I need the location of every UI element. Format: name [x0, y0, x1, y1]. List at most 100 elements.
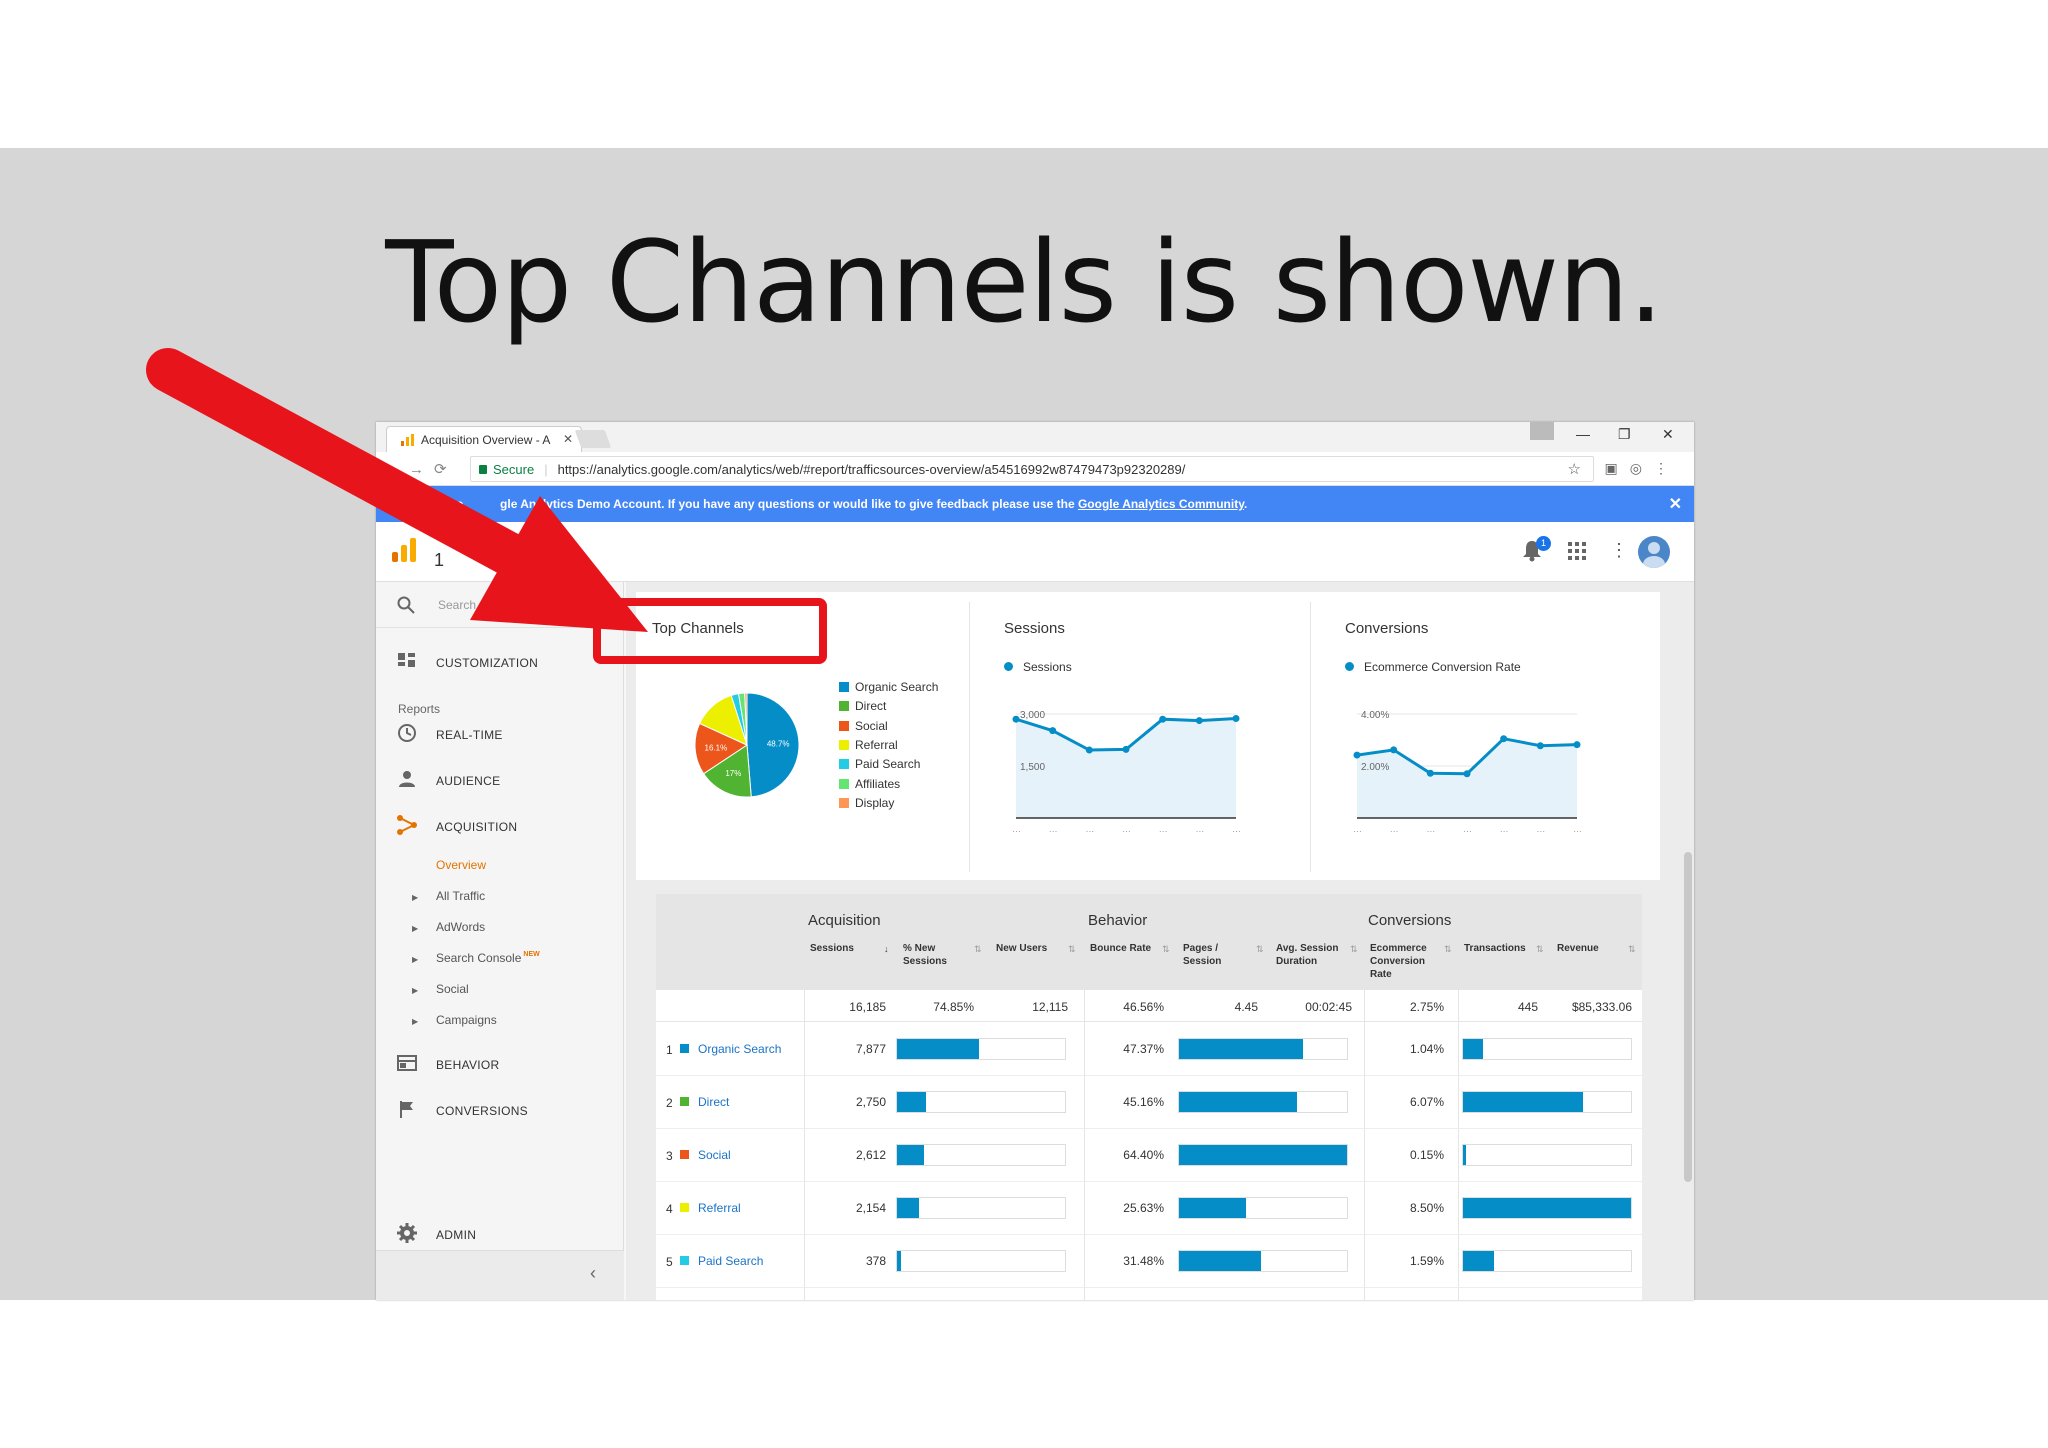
channel-link[interactable]: Social [698, 1148, 731, 1162]
expand-icon[interactable]: ▶ [412, 1017, 418, 1026]
sidebar-item-social[interactable]: Social [436, 982, 469, 996]
channels-table: Acquisition Behavior Conversions Session… [656, 894, 1642, 1300]
sessions-bar [896, 1250, 1066, 1272]
sessions-line-chart[interactable]: 3,0001,500………………… [1000, 688, 1270, 838]
minimize-icon[interactable]: — [1576, 426, 1590, 442]
top-channels-pie-chart[interactable]: 48.7% 17% 16.1% [691, 689, 803, 801]
new-badge: NEW [523, 951, 540, 958]
search-bar[interactable]: Search reports and he [376, 582, 624, 628]
window-close-icon[interactable]: ✕ [1662, 426, 1674, 443]
sidebar-item-admin[interactable]: ADMIN [436, 1228, 476, 1242]
community-link[interactable]: Google Analytics Community [1078, 497, 1244, 511]
legend-item-display: Display [839, 796, 894, 810]
table-row[interactable]: 2 Direct 2,750 45.16% 6.07% [656, 1076, 1642, 1129]
sidebar: Search reports and he CUSTOMIZATION Repo… [376, 582, 624, 1300]
conversions-series-legend: Ecommerce Conversion Rate [1345, 660, 1521, 674]
google-analytics-logo-icon[interactable] [392, 538, 416, 562]
x-tick-label: … [1232, 824, 1241, 834]
sort-icon[interactable]: ⇅ [974, 944, 982, 955]
nav-buttons[interactable]: ←→⟳ [384, 460, 457, 478]
bookmark-star-icon[interactable]: ☆ [1568, 460, 1581, 478]
total-transactions: 445 [1517, 1000, 1538, 1014]
col-ecommerce-conversion-rate[interactable]: Ecommerce Conversion Rate [1370, 942, 1438, 981]
sidebar-item-audience[interactable]: AUDIENCE [436, 774, 500, 788]
table-row[interactable]: 3 Social 2,612 64.40% 0.15% [656, 1129, 1642, 1182]
col-pages-session[interactable]: Pages / Session [1183, 942, 1233, 968]
col-new-users[interactable]: New Users [996, 942, 1066, 955]
col-bounce-rate[interactable]: Bounce Rate [1090, 942, 1160, 955]
url-input[interactable]: Secure | https://analytics.google.com/anal… [470, 456, 1594, 482]
scrollbar[interactable] [1684, 852, 1692, 1182]
table-row[interactable]: 5 Paid Search 378 31.48% 1.59% [656, 1235, 1642, 1288]
sidebar-item-search-console[interactable]: Search Console NEW [436, 951, 540, 965]
tab-strip: Acquisition Overview - A ✕ — ❐ ✕ [376, 422, 1694, 452]
reports-header: Reports [398, 702, 441, 716]
sort-icon[interactable]: ⇅ [1068, 944, 1076, 955]
slide-title: Top Channels is shown. [385, 218, 1663, 348]
sort-icon[interactable]: ⇅ [1256, 944, 1264, 955]
conversion-rate-line-chart[interactable]: 4.00%2.00%………………… [1341, 688, 1611, 838]
collapse-sidebar-icon[interactable]: ‹ [590, 1263, 596, 1284]
row-bounce-rate: 47.37% [1123, 1042, 1164, 1056]
gear-icon [397, 1223, 417, 1243]
sidebar-item-all-traffic[interactable]: All Traffic [436, 889, 485, 903]
address-bar: ←→⟳ Secure | https://analytics.google.com/… [376, 452, 1694, 486]
row-conversion-rate: 6.07% [1409, 1095, 1444, 1109]
sidebar-item-campaigns[interactable]: Campaigns [436, 1013, 497, 1027]
table-row[interactable]: 1 Organic Search 7,877 47.37% 1.04% [656, 1023, 1642, 1076]
channel-link[interactable]: Direct [698, 1095, 729, 1109]
account-selector[interactable]: 1 [434, 550, 444, 571]
apps-grid-icon[interactable] [1568, 542, 1586, 560]
secure-label: Secure [493, 462, 535, 477]
col-new-sessions[interactable]: % New Sessions [903, 942, 963, 968]
sessions-bar-fill [897, 1145, 925, 1165]
expand-icon[interactable]: ▶ [412, 955, 418, 964]
new-tab-button[interactable] [574, 430, 612, 448]
sidebar-item-realtime[interactable]: REAL-TIME [436, 728, 503, 742]
sessions-bar [896, 1038, 1066, 1060]
main-content: Top Channels 48.7% 17% 16.1% Organic Searc… [626, 582, 1694, 1300]
bounce-rate-bar-fill [1179, 1039, 1303, 1059]
group-conversions: Conversions [1368, 912, 1452, 929]
sidebar-item-acquisition[interactable]: ACQUISITION [436, 820, 517, 834]
sort-icon[interactable]: ⇅ [1162, 944, 1170, 955]
sort-icon[interactable]: ⇅ [1628, 944, 1636, 955]
sidebar-item-customization[interactable]: CUSTOMIZATION [436, 656, 538, 670]
expand-icon[interactable]: ▶ [412, 986, 418, 995]
channel-link[interactable]: Paid Search [698, 1254, 763, 1268]
notification-count: 1 [1536, 536, 1551, 551]
sort-desc-icon[interactable]: ↓ [884, 944, 889, 954]
sidebar-item-adwords[interactable]: AdWords [436, 920, 485, 934]
clock-icon [398, 724, 416, 742]
expand-icon[interactable]: ▶ [412, 924, 418, 933]
banner-close-icon[interactable]: ✕ [1669, 494, 1682, 514]
tab-close-icon[interactable]: ✕ [563, 432, 573, 446]
sidebar-item-conversions[interactable]: CONVERSIONS [436, 1104, 528, 1118]
expand-icon[interactable]: ▶ [412, 893, 418, 902]
restore-icon[interactable]: ❐ [1618, 426, 1631, 443]
col-avg-duration[interactable]: Avg. Session Duration [1276, 942, 1348, 968]
total-sessions: 16,185 [849, 1000, 886, 1014]
total-ecr: 2.75% [1409, 1000, 1444, 1014]
browser-tab[interactable]: Acquisition Overview - A ✕ [386, 426, 582, 452]
channel-link[interactable]: Organic Search [698, 1042, 781, 1056]
row-conversion-rate: 0.15% [1409, 1148, 1444, 1162]
sort-icon[interactable]: ⇅ [1444, 944, 1452, 955]
sidebar-item-behavior[interactable]: BEHAVIOR [436, 1058, 500, 1072]
sessions-bar-fill [897, 1251, 901, 1271]
avatar[interactable] [1638, 536, 1670, 568]
col-sessions[interactable]: Sessions [810, 942, 870, 955]
table-row[interactable]: 4 Referral 2,154 25.63% 8.50% [656, 1182, 1642, 1235]
channel-link[interactable]: Referral [698, 1201, 741, 1215]
conversion-rate-bar [1462, 1250, 1632, 1272]
account-dropdown-icon[interactable]: ▼ [578, 552, 588, 563]
col-revenue[interactable]: Revenue [1557, 942, 1617, 955]
sort-icon[interactable]: ⇅ [1350, 944, 1358, 955]
col-transactions[interactable]: Transactions [1464, 942, 1534, 955]
extension-icons[interactable]: ▣◎⋮ [1605, 460, 1680, 477]
profile-icon[interactable] [1530, 422, 1554, 440]
sidebar-item-overview[interactable]: Overview [436, 858, 486, 872]
more-options-icon[interactable]: ⋮ [1610, 540, 1628, 561]
sort-icon[interactable]: ⇅ [1536, 944, 1544, 955]
search-input[interactable]: Search reports and he [438, 598, 557, 612]
